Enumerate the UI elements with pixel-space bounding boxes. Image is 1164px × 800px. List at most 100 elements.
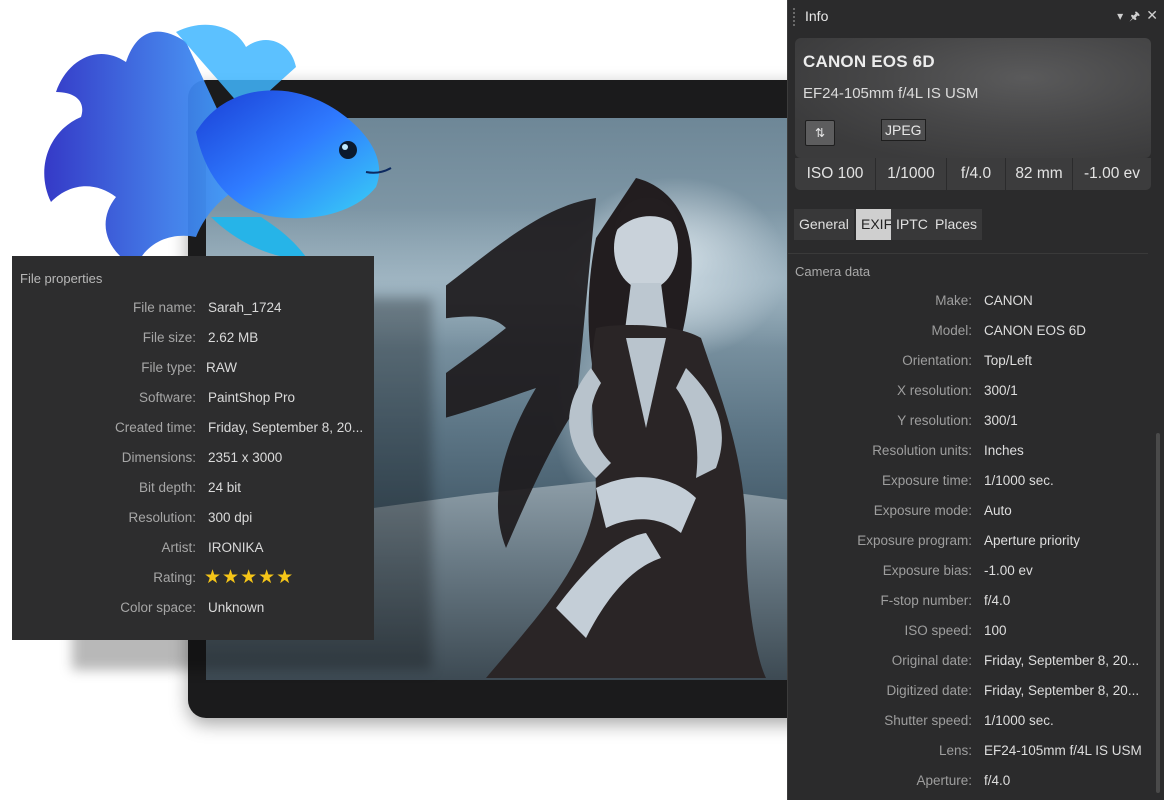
fp-value: Sarah_1724 bbox=[208, 300, 282, 315]
exif-label: Digitized date: bbox=[886, 683, 972, 698]
exif-value: EF24-105mm f/4L IS USM bbox=[984, 743, 1142, 758]
exif-label: Model: bbox=[931, 323, 972, 338]
exif-label: Exposure mode: bbox=[873, 503, 972, 518]
exif-label: X resolution: bbox=[896, 383, 972, 398]
exif-label: Exposure bias: bbox=[882, 563, 972, 578]
exif-row-orientation: Orientation: Top/Left bbox=[788, 353, 1148, 373]
pin-icon[interactable]: 🖈 bbox=[1129, 7, 1140, 28]
fp-label: Resolution: bbox=[128, 510, 196, 525]
exif-value: Aperture priority bbox=[984, 533, 1081, 548]
fp-row-resolution: Resolution: 300 dpi bbox=[12, 510, 374, 530]
fp-value: Unknown bbox=[208, 600, 265, 615]
camera-card: CANON EOS 6D EF24-105mm f/4L IS USM ⇅ JP… bbox=[795, 38, 1151, 158]
exif-label: Orientation: bbox=[902, 353, 972, 368]
tab-iptc[interactable]: IPTC bbox=[891, 209, 933, 240]
camera-model: CANON EOS 6D bbox=[803, 52, 935, 71]
fp-row-rating: Rating: ★★★★★ bbox=[12, 567, 374, 590]
exposure-aperture: f/4.0 bbox=[947, 158, 1006, 190]
exif-value: Top/Left bbox=[984, 353, 1033, 368]
info-titlebar: Info ▾ 🖈 ✕ bbox=[788, 0, 1164, 32]
betta-fish-image bbox=[44, 24, 392, 267]
exif-value: Friday, September 8, 20... bbox=[984, 653, 1140, 668]
fp-value: IRONIKA bbox=[208, 540, 264, 555]
exposure-bias: -1.00 ev bbox=[1083, 165, 1140, 182]
exif-label: F-stop number: bbox=[880, 593, 972, 608]
fp-value: RAW bbox=[206, 360, 237, 375]
dropdown-icon[interactable]: ▾ bbox=[1117, 9, 1123, 23]
rating-stars[interactable]: ★★★★★ bbox=[204, 566, 294, 589]
exif-label: Aperture: bbox=[916, 773, 972, 788]
exposure-summary: ISO 100 1/1000 f/4.0 82 mm -1.00 ev bbox=[795, 158, 1151, 190]
exif-row-model: Model: CANON EOS 6D bbox=[788, 323, 1148, 343]
exif-row-iso-speed: ISO speed: 100 bbox=[788, 623, 1148, 643]
exif-value: -1.00 ev bbox=[984, 563, 1033, 578]
tab-general[interactable]: General bbox=[794, 209, 854, 240]
exif-label: Y resolution: bbox=[897, 413, 972, 428]
fp-row-created-time: Created time: Friday, September 8, 20... bbox=[12, 420, 374, 440]
fp-label: Created time: bbox=[114, 420, 196, 435]
fp-row-file-name: File name: Sarah_1724 bbox=[12, 300, 374, 320]
exif-row-lens: Lens: EF24-105mm f/4L IS USM bbox=[788, 743, 1148, 763]
fp-row-dimensions: Dimensions: 2351 x 3000 bbox=[12, 450, 374, 470]
exif-row-aperture: Aperture: f/4.0 bbox=[788, 773, 1148, 793]
exif-row-exposure-program: Exposure program: Aperture priority bbox=[788, 533, 1148, 553]
fp-label: Artist: bbox=[161, 540, 196, 555]
exif-value: f/4.0 bbox=[984, 593, 1011, 608]
woman-figure-image bbox=[446, 178, 766, 678]
drag-grip-icon[interactable] bbox=[793, 8, 797, 26]
exif-label: ISO speed: bbox=[904, 623, 972, 638]
exif-value: Friday, September 8, 20... bbox=[984, 683, 1140, 698]
exif-row-x-resolution: X resolution: 300/1 bbox=[788, 383, 1148, 403]
fp-value: PaintShop Pro bbox=[208, 390, 296, 405]
fp-label: File type: bbox=[141, 360, 196, 375]
fp-label: File name: bbox=[132, 300, 196, 315]
exif-value: 300/1 bbox=[984, 413, 1018, 428]
exif-value: Inches bbox=[984, 443, 1024, 458]
up-down-chevron-icon[interactable]: ⇅ bbox=[805, 120, 835, 146]
titlebar-icons: ▾ 🖈 ✕ bbox=[1111, 7, 1158, 28]
fp-row-color-space: Color space: Unknown bbox=[12, 600, 374, 620]
fp-row-bit-depth: Bit depth: 24 bit bbox=[12, 480, 374, 500]
section-title: Camera data bbox=[795, 264, 871, 279]
fp-label: File size: bbox=[142, 330, 196, 345]
exif-value: CANON EOS 6D bbox=[984, 323, 1087, 338]
fp-value: 300 dpi bbox=[208, 510, 253, 525]
fp-value: 2351 x 3000 bbox=[208, 450, 283, 465]
exif-value: 1/1000 sec. bbox=[984, 713, 1054, 728]
exif-row-exposure-mode: Exposure mode: Auto bbox=[788, 503, 1148, 523]
exif-row-exposure-bias: Exposure bias: -1.00 ev bbox=[788, 563, 1148, 583]
scrollbar-thumb[interactable] bbox=[1156, 433, 1160, 793]
info-title: Info bbox=[805, 8, 829, 24]
exif-label: Original date: bbox=[891, 653, 972, 668]
fp-label: Rating: bbox=[153, 570, 196, 585]
exif-value: 300/1 bbox=[984, 383, 1018, 398]
exif-row-shutter-speed: Shutter speed: 1/1000 sec. bbox=[788, 713, 1148, 733]
scrollbar[interactable] bbox=[1155, 248, 1161, 800]
fp-value: Friday, September 8, 20... bbox=[208, 420, 364, 435]
exif-label: Exposure time: bbox=[881, 473, 972, 488]
exif-label: Exposure program: bbox=[857, 533, 972, 548]
close-icon[interactable]: ✕ bbox=[1146, 7, 1158, 24]
exposure-focal-length: 82 mm bbox=[1006, 158, 1073, 190]
exif-row-exposure-time: Exposure time: 1/1000 sec. bbox=[788, 473, 1148, 493]
exposure-shutter: 1/1000 bbox=[876, 158, 947, 190]
exif-value: CANON bbox=[984, 293, 1033, 308]
exif-label: Shutter speed: bbox=[884, 713, 972, 728]
exif-row-resolution-units: Resolution units: Inches bbox=[788, 443, 1148, 463]
info-panel: Info ▾ 🖈 ✕ CANON EOS 6D EF24-105mm f/4L IS… bbox=[787, 0, 1164, 800]
exif-row-digitized-date: Digitized date: Friday, September 8, 20..… bbox=[788, 683, 1148, 703]
fp-label: Dimensions: bbox=[121, 450, 196, 465]
exif-label: Lens: bbox=[938, 743, 972, 758]
exif-row-original-date: Original date: Friday, September 8, 20... bbox=[788, 653, 1148, 673]
fp-row-file-size: File size: 2.62 MB bbox=[12, 330, 374, 350]
exif-value: f/4.0 bbox=[984, 773, 1011, 788]
camera-lens: EF24-105mm f/4L IS USM bbox=[803, 85, 979, 102]
tab-places[interactable]: Places bbox=[930, 209, 983, 240]
fp-row-software: Software: PaintShop Pro bbox=[12, 390, 374, 410]
exif-value: 100 bbox=[984, 623, 1007, 638]
fp-label: Software: bbox=[138, 390, 196, 405]
exif-label: Make: bbox=[935, 293, 972, 308]
fp-value: 24 bit bbox=[208, 480, 242, 495]
exif-row-y-resolution: Y resolution: 300/1 bbox=[788, 413, 1148, 433]
exif-row-f-stop: F-stop number: f/4.0 bbox=[788, 593, 1148, 613]
